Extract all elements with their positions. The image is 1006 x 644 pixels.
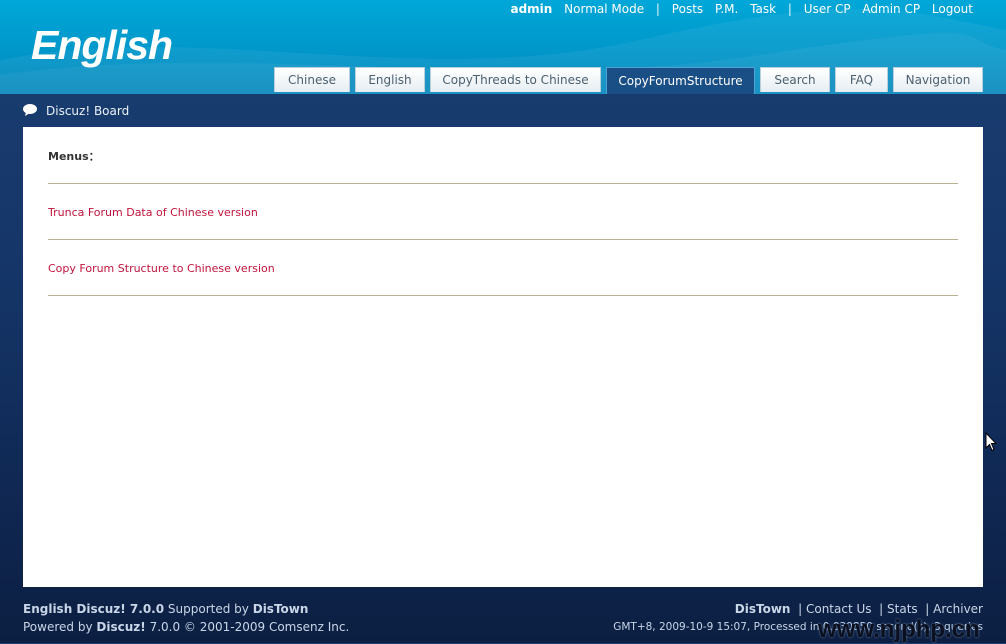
site-logo[interactable]: English [31,22,173,69]
mouse-cursor-icon [985,432,997,452]
footer-brand: English Discuz! 7.0.0 [23,602,165,616]
tab-english[interactable]: English [355,67,425,92]
user-toolbar: admin Normal Mode | Posts P.M. Task | Us… [510,2,973,16]
breadcrumb-home-link[interactable]: Discuz! Board [46,104,129,118]
powered-by-text: Powered by [23,620,93,634]
tab-search[interactable]: Search [760,67,830,92]
logout-link[interactable]: Logout [932,2,973,16]
task-link[interactable]: Task [750,2,776,16]
trunca-forum-data-link[interactable]: Trunca Forum Data of Chinese version [48,206,258,219]
posts-link[interactable]: Posts [672,2,703,16]
footer-credits: English Discuz! 7.0.0 Supported by DisTo… [23,600,349,636]
stats-link[interactable]: Stats [887,602,918,616]
header-banner: English admin Normal Mode | Posts P.M. T… [0,0,1006,94]
divider [48,183,958,184]
tab-copythreads[interactable]: CopyThreads to Chinese [430,67,601,92]
tab-copyforumstructure[interactable]: CopyForumStructure [606,67,755,94]
footer-distown-link[interactable]: DisTown [735,602,791,616]
user-cp-link[interactable]: User CP [804,2,851,16]
admin-cp-link[interactable]: Admin CP [862,2,920,16]
separator: | [655,2,660,16]
discuz-link[interactable]: Discuz! [96,620,145,634]
archiver-link[interactable]: Archiver [933,602,983,616]
copy-forum-structure-link[interactable]: Copy Forum Structure to Chinese version [48,262,275,275]
speech-bubble-icon [22,103,38,120]
watermark: www.njphp.cn [818,616,980,643]
divider [48,239,958,240]
divider [48,295,958,296]
supported-by-text: Supported by [167,602,249,616]
pm-link[interactable]: P.M. [715,2,738,16]
menus-heading: Menus： [48,150,100,163]
breadcrumb: Discuz! Board [22,103,129,120]
distown-link[interactable]: DisTown [253,602,309,616]
separator: | [787,2,792,16]
username-link[interactable]: admin [510,2,552,16]
normal-mode-link[interactable]: Normal Mode [564,2,644,16]
contact-us-link[interactable]: Contact Us [806,602,872,616]
content-panel: Menus： Trunca Forum Data of Chinese vers… [23,127,983,587]
tab-navigation[interactable]: Navigation [893,67,983,92]
tab-faq[interactable]: FAQ [835,67,888,92]
copyright-text: 7.0.0 © 2001-2009 Comsenz Inc. [149,620,350,634]
tab-chinese[interactable]: Chinese [274,67,350,92]
